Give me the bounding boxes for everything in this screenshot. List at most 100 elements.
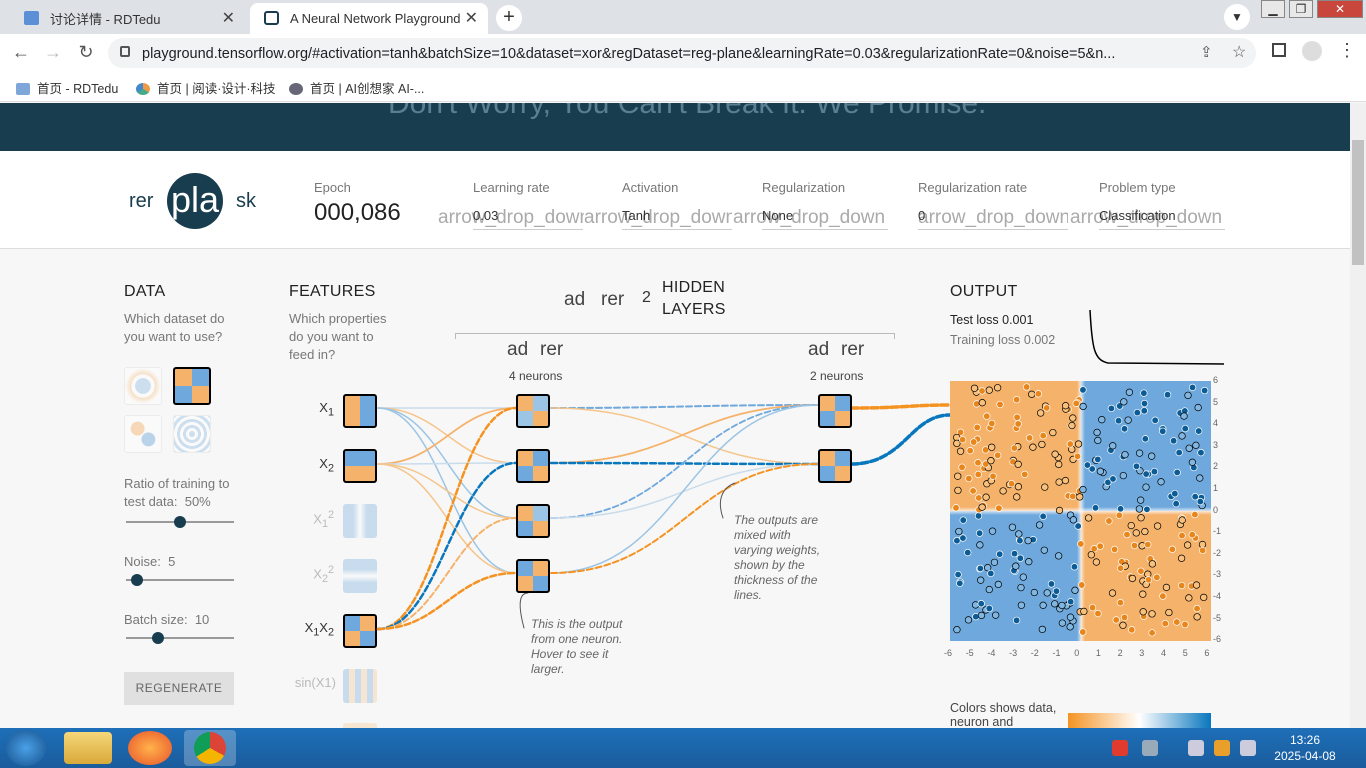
learning-rate-dropdown-icon[interactable]: arrow_drop_down: [438, 207, 584, 229]
close-tab-icon[interactable]: ✕: [465, 8, 478, 28]
data-point: [992, 611, 1000, 619]
batch-slider-knob[interactable]: [152, 632, 165, 644]
chrome-icon[interactable]: [184, 730, 236, 766]
tray-network-icon[interactable]: [1142, 740, 1158, 756]
hidden2-neuron-2[interactable]: [818, 449, 852, 483]
subscript: 2: [327, 462, 334, 475]
menu-dots-icon[interactable]: ⋮: [1338, 40, 1356, 61]
profile-avatar-icon[interactable]: [1302, 41, 1322, 61]
data-point: [1141, 435, 1149, 443]
taskbar-clock[interactable]: 13:26 2025-04-08: [1270, 732, 1340, 764]
scrollbar-thumb[interactable]: [1352, 140, 1364, 265]
data-point: [952, 504, 960, 512]
dataset-circle[interactable]: [124, 367, 162, 405]
noise-slider-knob[interactable]: [130, 574, 143, 586]
data-point: [1066, 440, 1074, 448]
hidden1-neuron-1[interactable]: [516, 394, 550, 428]
hidden1-neuron-4[interactable]: [516, 559, 550, 593]
bookmark-item[interactable]: 首页 - RDTedu: [16, 78, 118, 97]
tray-display-icon[interactable]: [1240, 740, 1256, 756]
data-point: [1014, 460, 1022, 468]
play-button[interactable]: pla: [167, 173, 223, 229]
tray-app-icon[interactable]: [1112, 740, 1128, 756]
data-point: [970, 438, 978, 446]
url-field[interactable]: playground.tensorflow.org/#activation=ta…: [108, 38, 1256, 68]
y-axis: 6 5 4 3 2 1 0 -1 -2 -3 -4 -5 -6: [1213, 375, 1233, 644]
y-tick-label: 5: [1213, 396, 1219, 407]
feature-x1x2-node[interactable]: [343, 614, 377, 648]
data-point: [1135, 449, 1144, 457]
share-icon[interactable]: ⇪: [1200, 43, 1213, 61]
data-point: [1185, 444, 1193, 452]
address-bar-row: ← → ↻ playground.tensorflow.org/#activat…: [0, 34, 1366, 72]
x-tick-label: 3: [1139, 648, 1145, 658]
new-tab-button[interactable]: +: [496, 5, 522, 31]
dataset-xor[interactable]: [173, 367, 211, 405]
tray-flag-icon[interactable]: [1214, 740, 1230, 756]
step-button[interactable]: sk: [236, 190, 256, 213]
minimize-button[interactable]: ▁: [1261, 0, 1285, 18]
data-point: [1055, 460, 1063, 469]
firefox-icon[interactable]: [128, 731, 172, 765]
remove-layer-button[interactable]: rer: [601, 289, 624, 311]
problem-type-label: Problem type: [1099, 180, 1176, 195]
date: 2025-04-08: [1274, 749, 1336, 763]
learning-rate-select[interactable]: 0.03: [473, 208, 498, 223]
feature-x2-node[interactable]: [343, 449, 377, 483]
regularization-dropdown-icon[interactable]: arrow_drop_down: [733, 207, 888, 229]
regenerate-button[interactable]: REGENERATE: [124, 672, 234, 705]
hidden1-neuron-2[interactable]: [516, 449, 550, 483]
dataset-spiral[interactable]: [173, 415, 211, 453]
ratio-slider-knob[interactable]: [174, 516, 186, 528]
add-layer-button[interactable]: ad: [564, 289, 585, 311]
feature-x2sq-node[interactable]: [343, 559, 377, 593]
underline: [762, 229, 888, 230]
hidden1-neuron-3[interactable]: [516, 504, 550, 538]
bookmark-icon: [16, 83, 30, 95]
data-point: [1143, 505, 1151, 513]
volume-icon[interactable]: [1188, 740, 1204, 756]
layer2-add-button[interactable]: ad: [808, 339, 829, 361]
forward-arrow-icon[interactable]: →: [42, 42, 64, 63]
data-point: [1183, 541, 1192, 549]
tab-rdtedu[interactable]: 讨论详情 - RDTedu ✕: [10, 3, 245, 34]
feature-x1sq-node[interactable]: [343, 504, 377, 538]
tab-playground[interactable]: A Neural Network Playground ✕: [250, 3, 488, 34]
feature-sinx1-node[interactable]: [343, 669, 377, 703]
back-arrow-icon[interactable]: ←: [10, 42, 32, 63]
reg-rate-dropdown-icon[interactable]: arrow_drop_down: [918, 207, 1068, 229]
data-point: [1039, 512, 1047, 520]
activation-dropdown-icon[interactable]: arrow_drop_down: [584, 207, 732, 229]
reload-icon[interactable]: ↻: [75, 42, 97, 63]
close-tab-icon[interactable]: ✕: [222, 8, 235, 28]
layer1-add-button[interactable]: ad: [507, 339, 528, 361]
tab-search-chevron-icon[interactable]: ▼: [1224, 4, 1250, 30]
link: [377, 407, 517, 465]
data-point: [1039, 601, 1047, 609]
reg-rate-select[interactable]: 0: [918, 208, 925, 223]
close-window-button[interactable]: ✕: [1317, 0, 1363, 18]
layer1-remove-button[interactable]: rer: [540, 339, 563, 361]
link: [377, 407, 517, 464]
maximize-button[interactable]: ❐: [1289, 0, 1313, 18]
problem-type-select[interactable]: Classification: [1099, 208, 1176, 223]
regularization-select[interactable]: None: [762, 208, 793, 223]
reset-button[interactable]: rer: [129, 190, 153, 213]
start-button[interactable]: [6, 730, 46, 766]
activation-select[interactable]: Tanh: [622, 208, 650, 223]
sidebar-toggle-icon[interactable]: [1272, 43, 1286, 57]
data-point: [1193, 604, 1201, 613]
layer2-remove-button[interactable]: rer: [841, 339, 864, 361]
data-point: [1069, 492, 1077, 500]
link: [849, 403, 952, 410]
explorer-icon[interactable]: [64, 732, 112, 764]
feature-x1-node[interactable]: [343, 394, 377, 428]
bookmark-star-icon[interactable]: ☆: [1232, 42, 1246, 62]
data-point: [1173, 618, 1181, 626]
bookmark-item[interactable]: 首页 | 阅读·设计·科技: [136, 78, 276, 97]
link: [377, 463, 517, 519]
bookmark-item[interactable]: 首页 | AI创想家 AI-...: [289, 78, 424, 97]
hidden2-neuron-1[interactable]: [818, 394, 852, 428]
batch-slider[interactable]: [126, 637, 234, 639]
dataset-gaussian[interactable]: [124, 415, 162, 453]
